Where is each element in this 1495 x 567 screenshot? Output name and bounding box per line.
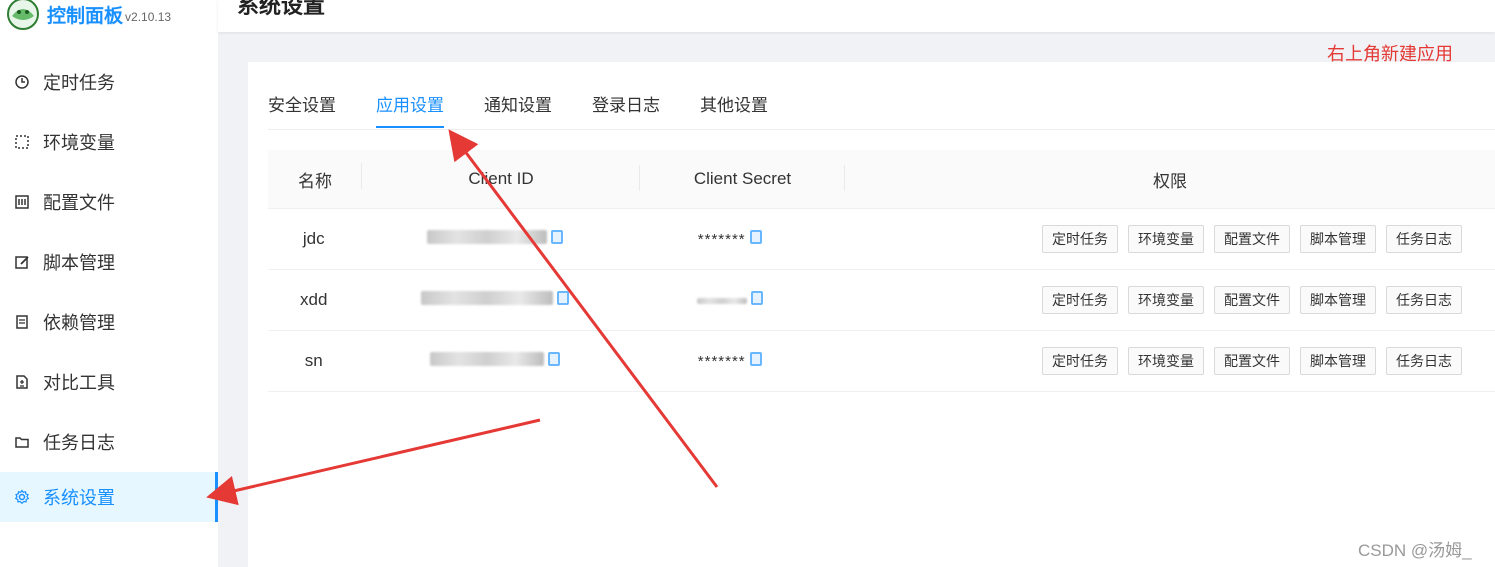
- permission-tag: 定时任务: [1041, 347, 1118, 375]
- settings-card: 安全设置 应用设置 通知设置 登录日志 其他设置 名称 Client ID Cl…: [248, 62, 1495, 567]
- sidebar-item-deps[interactable]: 依赖管理: [0, 292, 218, 352]
- permissions-cell: 定时任务 环境变量 配置文件 脚本管理 任务日志: [829, 225, 1495, 253]
- permissions-cell: 定时任务 环境变量 配置文件 脚本管理 任务日志: [829, 286, 1495, 314]
- sidebar-item-label: 环境变量: [43, 133, 115, 153]
- permission-tag: 定时任务: [1041, 286, 1118, 314]
- page-header: 系统设置: [218, 0, 1495, 32]
- client-secret-masked: *******: [697, 231, 746, 248]
- permissions-cell: 定时任务 环境变量 配置文件 脚本管理 任务日志: [829, 347, 1495, 375]
- table-row: jdc ******* 定时任务 环境变量 配置文件 脚本管理 任务日志: [268, 209, 1495, 270]
- col-name: 名称: [268, 162, 362, 192]
- permission-tag: 定时任务: [1041, 225, 1118, 253]
- permission-tag: 环境变量: [1127, 347, 1204, 375]
- client-id-cell: [359, 229, 630, 249]
- sidebar-item-env[interactable]: 环境变量: [0, 112, 218, 172]
- app-name: jdc: [302, 229, 325, 248]
- diff-icon: [13, 373, 31, 391]
- logo-icon: [7, 0, 39, 30]
- tab-notifications[interactable]: 通知设置: [484, 90, 552, 126]
- sidebar-item-label: 对比工具: [43, 373, 115, 393]
- sidebar-item-cron[interactable]: 定时任务: [0, 52, 218, 112]
- sidebar-item-config[interactable]: 配置文件: [0, 172, 218, 232]
- permission-tag: 任务日志: [1385, 225, 1462, 253]
- client-secret-masked: *******: [697, 353, 746, 370]
- copy-icon[interactable]: [749, 352, 762, 366]
- client-secret-cell: *******: [630, 351, 829, 371]
- tab-login-logs[interactable]: 登录日志: [592, 90, 660, 126]
- tabs-divider: [268, 129, 1495, 130]
- client-id-blurred: [429, 352, 560, 366]
- tabs: 安全设置 应用设置 通知设置 登录日志 其他设置: [268, 90, 808, 130]
- permission-tag: 脚本管理: [1299, 286, 1376, 314]
- app-name: sn: [304, 351, 323, 370]
- permission-tag: 配置文件: [1213, 225, 1290, 253]
- sidebar-item-label: 定时任务: [43, 73, 115, 93]
- dashed-square-icon: [13, 133, 31, 151]
- col-client-id: Client ID: [362, 165, 640, 191]
- sidebar-item-label: 配置文件: [43, 193, 115, 213]
- client-id-blurred: [420, 291, 569, 305]
- tab-other[interactable]: 其他设置: [700, 90, 768, 126]
- sidebar-item-logs[interactable]: 任务日志: [0, 412, 218, 472]
- gear-icon: [13, 488, 31, 506]
- permission-tag: 环境变量: [1127, 286, 1204, 314]
- permission-tag: 脚本管理: [1299, 225, 1376, 253]
- col-permissions: 权限: [1153, 171, 1187, 191]
- sidebar-item-diff[interactable]: 对比工具: [0, 352, 218, 412]
- clock-icon: [13, 73, 31, 91]
- brand-title: 控制面板: [47, 5, 124, 27]
- permission-tag: 任务日志: [1385, 286, 1462, 314]
- tab-applications[interactable]: 应用设置: [376, 90, 444, 128]
- client-secret-blurred: [696, 297, 747, 304]
- sidebar-menu: 定时任务 环境变量 配置文件 脚本管理 依赖管理 对比工具 任务日志 系统设置: [0, 52, 218, 522]
- app-name: xdd: [300, 290, 328, 309]
- brand[interactable]: 控制面板 v2.10.13: [0, 0, 171, 32]
- table-header: 名称 Client ID Client Secret 权限: [268, 150, 1495, 209]
- permission-tag: 任务日志: [1385, 347, 1462, 375]
- sidebar-item-label: 任务日志: [43, 433, 115, 453]
- client-id-cell: [359, 351, 630, 371]
- copy-icon[interactable]: [550, 230, 563, 244]
- copy-icon[interactable]: [750, 291, 763, 305]
- client-id-cell: [359, 290, 630, 310]
- permission-tag: 配置文件: [1213, 347, 1290, 375]
- permission-tag: 脚本管理: [1299, 347, 1376, 375]
- folder-icon: [13, 433, 31, 451]
- brand-version: v2.10.13: [125, 10, 172, 24]
- client-id-blurred: [426, 230, 563, 244]
- sidebar-item-settings[interactable]: 系统设置: [0, 472, 218, 522]
- sidebar-item-label: 脚本管理: [43, 253, 115, 273]
- permission-tag: 环境变量: [1127, 225, 1204, 253]
- copy-icon[interactable]: [556, 291, 569, 305]
- sidebar: 控制面板 v2.10.13 定时任务 环境变量 配置文件 脚本管理 依赖管理 对…: [0, 0, 218, 567]
- sidebar-item-scripts[interactable]: 脚本管理: [0, 232, 218, 292]
- table-row: xdd 定时任务 环境变量 配置文件 脚本管理 任务日志: [268, 270, 1495, 331]
- permission-tag: 配置文件: [1213, 286, 1290, 314]
- copy-icon[interactable]: [547, 352, 560, 366]
- tab-security[interactable]: 安全设置: [268, 90, 336, 126]
- edit-icon: [13, 253, 31, 271]
- copy-icon[interactable]: [749, 230, 762, 244]
- page-title: 系统设置: [237, 0, 326, 18]
- book-icon: [13, 313, 31, 331]
- watermark: CSDN @汤姆_: [1358, 541, 1472, 560]
- client-secret-cell: [630, 290, 829, 310]
- col-client-secret: Client Secret: [640, 165, 845, 191]
- sidebar-item-label: 系统设置: [43, 488, 115, 508]
- client-secret-cell: *******: [630, 229, 829, 249]
- sliders-icon: [13, 193, 31, 211]
- table-row: sn ******* 定时任务 环境变量 配置文件 脚本管理 任务日志: [268, 331, 1495, 392]
- apps-table: 名称 Client ID Client Secret 权限 jdc ******…: [268, 150, 1495, 392]
- sidebar-item-label: 依赖管理: [43, 313, 115, 333]
